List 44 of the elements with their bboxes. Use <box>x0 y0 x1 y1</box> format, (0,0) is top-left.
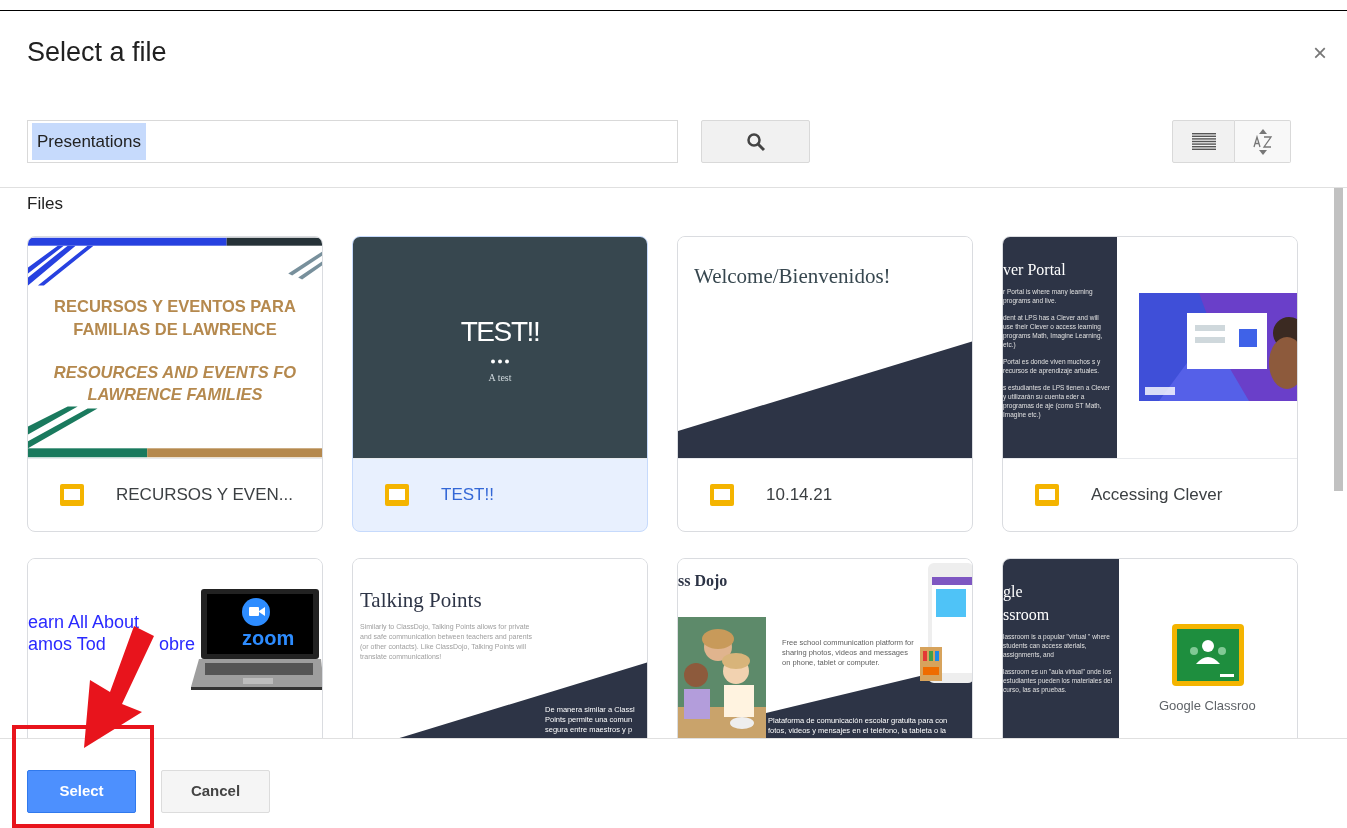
slide-title-line: RESOURCES AND EVENTS FO <box>53 361 297 383</box>
slide-title: Welcome/Bienvenidos! <box>694 263 891 290</box>
slide-title: TEST!! <box>460 314 540 349</box>
file-card[interactable]: TEST!! A test TEST!! <box>352 236 648 532</box>
search-query: Presentations <box>32 122 146 161</box>
file-card[interactable]: Welcome/Bienvenidos! 10.14.21 <box>677 236 973 532</box>
slide-title-fragment: obre <box>159 633 196 655</box>
slide-title-line: RECURSOS Y EVENTOS PARA <box>54 296 296 317</box>
slide-title-line: earn All About <box>28 611 140 633</box>
slides-icon <box>1035 484 1059 506</box>
slides-icon <box>385 484 409 506</box>
logo-text: zoom <box>242 627 295 649</box>
dots-icon <box>490 358 510 364</box>
file-card[interactable]: RECURSOS Y EVENTOS PARA FAMILIAS DE LAWRENCE RESOURCES AND EVENTS FO LAWRENCE FAMILIES RECURSOS Y EVEN... <box>27 236 323 532</box>
sort-button[interactable] <box>1235 120 1291 163</box>
dialog-title: Select a file <box>27 36 167 70</box>
slide-title-line: LAWRENCE FAMILIES <box>87 384 263 405</box>
logo-text: Google Classroo <box>1158 697 1257 715</box>
file-name: Accessing Clever <box>1091 484 1223 507</box>
slide-title-line: FAMILIAS DE LAWRENCE <box>73 318 277 340</box>
slide-title-line: gle <box>1003 583 1024 601</box>
list-icon <box>1191 132 1216 151</box>
slide-title-line: amos Tod <box>28 633 107 655</box>
slides-icon <box>710 484 734 506</box>
slide-title: Talking Points <box>360 587 482 614</box>
close-button[interactable]: × <box>1313 40 1327 65</box>
slide-title-line: ver Portal <box>1003 261 1067 279</box>
chalkboard-icon <box>1172 624 1244 686</box>
slide-title: ss Dojo <box>678 571 728 592</box>
file-name: 10.14.21 <box>766 484 833 507</box>
file-card[interactable] <box>1002 236 1298 532</box>
slide-title-line: ssroom <box>1003 606 1051 624</box>
cancel-button[interactable]: Cancel <box>161 770 270 813</box>
list-view-button[interactable] <box>1172 120 1235 163</box>
file-name: TEST!! <box>441 484 494 507</box>
search-icon <box>745 131 766 152</box>
search-button[interactable] <box>701 120 810 163</box>
slides-icon <box>60 484 84 506</box>
file-name: RECURSOS Y EVEN... <box>116 484 293 507</box>
slide-subtitle: A test <box>488 370 512 385</box>
search-field[interactable]: Presentations <box>27 120 678 163</box>
section-label: Files <box>27 194 63 213</box>
file-card[interactable]: earn All About amos Tod obre zoom <box>27 558 323 738</box>
sort-az-icon <box>1252 128 1273 155</box>
